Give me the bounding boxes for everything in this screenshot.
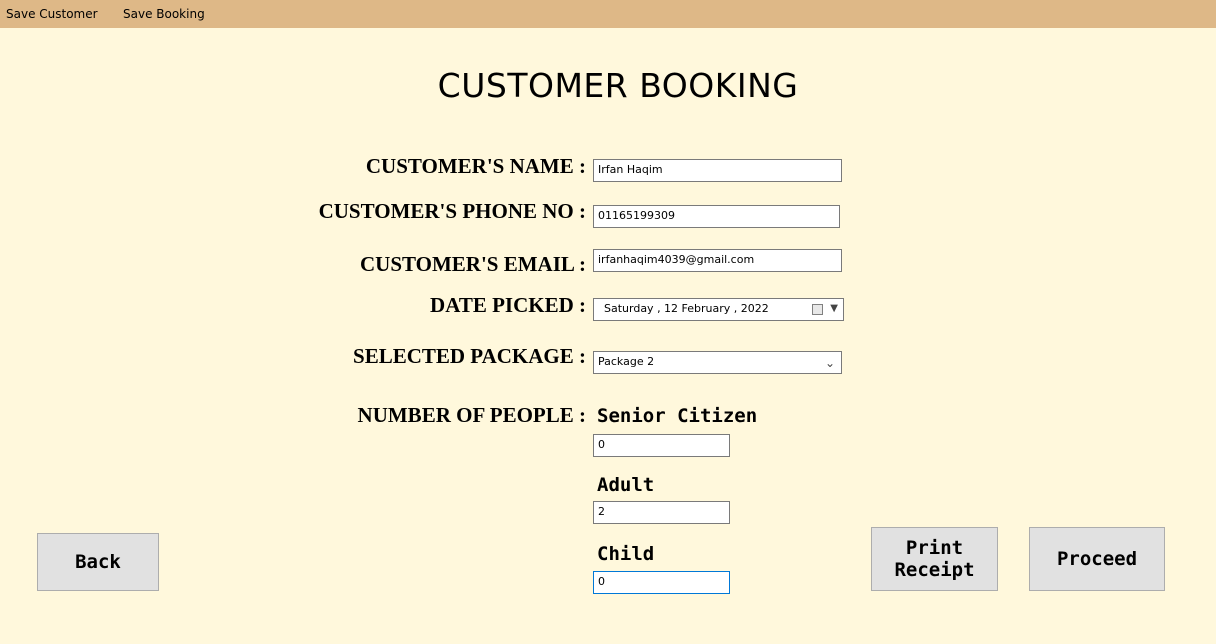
menu-save-customer[interactable]: Save Customer: [6, 0, 98, 28]
date-picked-label: DATE PICKED :: [430, 293, 586, 317]
menu-bar: Save Customer Save Booking: [0, 0, 1216, 28]
date-picker[interactable]: Saturday , 12 February , 2022 ▼: [593, 298, 844, 321]
calendar-icon[interactable]: [812, 304, 823, 315]
adult-label: Adult: [597, 474, 655, 496]
number-of-people-label: NUMBER OF PEOPLE :: [357, 403, 586, 427]
child-label: Child: [597, 543, 655, 565]
chevron-down-icon[interactable]: ⌄: [825, 353, 835, 373]
customer-name-input[interactable]: Irfan Haqim: [593, 159, 842, 182]
print-receipt-button[interactable]: Print Receipt: [871, 527, 998, 591]
proceed-button[interactable]: Proceed: [1029, 527, 1165, 591]
package-select[interactable]: Package 2 ⌄: [593, 351, 842, 374]
senior-citizen-label: Senior Citizen: [597, 405, 758, 427]
package-select-value: Package 2: [598, 355, 655, 368]
selected-package-label: SELECTED PACKAGE :: [353, 344, 586, 368]
back-button-label: Back: [75, 551, 121, 573]
dropdown-arrow-icon[interactable]: ▼: [830, 299, 838, 319]
senior-citizen-input[interactable]: 0: [593, 434, 730, 457]
customer-phone-input[interactable]: 01165199309: [593, 205, 840, 228]
page-title: CUSTOMER BOOKING: [437, 66, 799, 105]
customer-email-input[interactable]: irfanhaqim4039@gmail.com: [593, 249, 842, 272]
customer-phone-label: CUSTOMER'S PHONE NO :: [318, 199, 586, 223]
customer-name-label: CUSTOMER'S NAME :: [365, 154, 586, 178]
proceed-button-label: Proceed: [1056, 548, 1138, 570]
customer-email-label: CUSTOMER'S EMAIL :: [360, 252, 586, 276]
child-input[interactable]: 0: [593, 571, 730, 594]
date-picker-value: Saturday , 12 February , 2022: [604, 302, 769, 315]
print-receipt-button-label: Print Receipt: [894, 537, 975, 581]
adult-input[interactable]: 2: [593, 501, 730, 524]
menu-save-booking[interactable]: Save Booking: [123, 0, 205, 28]
back-button[interactable]: Back: [37, 533, 159, 591]
